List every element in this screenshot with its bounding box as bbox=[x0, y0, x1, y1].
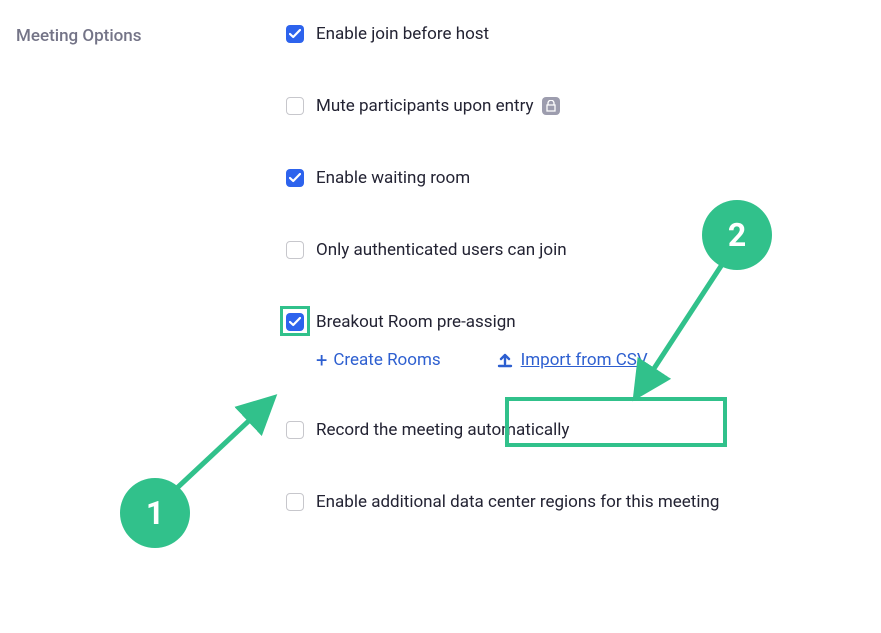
label-mute-on-entry: Mute participants upon entry bbox=[316, 96, 534, 116]
plus-icon: + bbox=[316, 348, 327, 372]
locked-icon bbox=[542, 97, 560, 115]
label-record-auto: Record the meeting automatically bbox=[316, 420, 569, 440]
breakout-sub-actions: + Create Rooms Import from CSV bbox=[316, 342, 865, 372]
checkbox-join-before-host[interactable] bbox=[286, 25, 304, 43]
section-title: Meeting Options bbox=[16, 26, 286, 46]
import-csv-button[interactable]: Import from CSV bbox=[497, 350, 648, 370]
label-join-before-host: Enable join before host bbox=[316, 24, 489, 44]
option-breakout-preassign: Breakout Room pre-assign bbox=[286, 312, 865, 332]
checkbox-record-auto[interactable] bbox=[286, 421, 304, 439]
checkbox-waiting-room[interactable] bbox=[286, 169, 304, 187]
checkbox-authenticated-only[interactable] bbox=[286, 241, 304, 259]
checkbox-mute-on-entry[interactable] bbox=[286, 97, 304, 115]
option-mute-on-entry: Mute participants upon entry bbox=[286, 96, 865, 116]
label-data-center-regions: Enable additional data center regions fo… bbox=[316, 492, 719, 512]
label-breakout-preassign: Breakout Room pre-assign bbox=[316, 312, 516, 332]
option-join-before-host: Enable join before host bbox=[286, 24, 865, 44]
label-waiting-room: Enable waiting room bbox=[316, 168, 470, 188]
label-authenticated-only: Only authenticated users can join bbox=[316, 240, 567, 260]
option-authenticated-only: Only authenticated users can join bbox=[286, 240, 865, 260]
checkbox-breakout-preassign[interactable] bbox=[286, 313, 304, 331]
create-rooms-button[interactable]: + Create Rooms bbox=[316, 348, 441, 372]
option-data-center-regions: Enable additional data center regions fo… bbox=[286, 492, 865, 512]
checkbox-data-center-regions[interactable] bbox=[286, 493, 304, 511]
option-record-auto: Record the meeting automatically bbox=[286, 420, 865, 440]
import-csv-label: Import from CSV bbox=[521, 350, 648, 370]
upload-icon bbox=[497, 352, 513, 368]
create-rooms-label: Create Rooms bbox=[333, 350, 440, 370]
option-waiting-room: Enable waiting room bbox=[286, 168, 865, 188]
